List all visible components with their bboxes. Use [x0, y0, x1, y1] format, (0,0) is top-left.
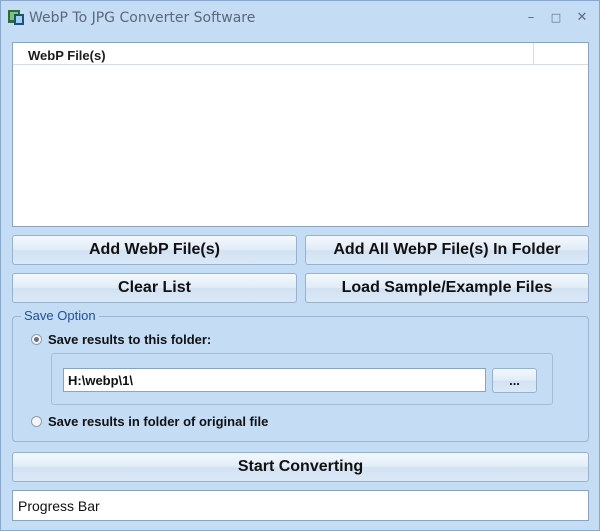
- minimize-button[interactable]: –: [521, 7, 541, 27]
- save-to-folder-option[interactable]: Save results to this folder:: [31, 332, 211, 347]
- column-header-webp-files[interactable]: WebP File(s): [13, 43, 534, 64]
- save-original-folder-option[interactable]: Save results in folder of original file: [31, 414, 268, 429]
- save-to-folder-label: Save results to this folder:: [48, 332, 212, 347]
- radio-selected-icon[interactable]: [31, 334, 42, 345]
- browse-button[interactable]: ...: [492, 368, 537, 393]
- progress-bar: Progress Bar: [12, 490, 589, 521]
- list-header: WebP File(s): [13, 43, 588, 65]
- app-icon: [8, 10, 24, 25]
- app-window: WebP To JPG Converter Software – □ ✕ Web…: [0, 0, 600, 531]
- start-converting-button[interactable]: Start Converting: [12, 452, 589, 482]
- close-button[interactable]: ✕: [572, 7, 592, 27]
- clear-list-button[interactable]: Clear List: [12, 273, 297, 303]
- title-bar: WebP To JPG Converter Software – □ ✕: [1, 1, 599, 33]
- add-webp-files-button[interactable]: Add WebP File(s): [12, 235, 297, 265]
- radio-unselected-icon[interactable]: [31, 416, 42, 427]
- save-option-title: Save Option: [21, 308, 99, 323]
- add-folder-button[interactable]: Add All WebP File(s) In Folder: [305, 235, 589, 265]
- load-sample-button[interactable]: Load Sample/Example Files: [305, 273, 589, 303]
- window-title: WebP To JPG Converter Software: [29, 10, 256, 26]
- maximize-button[interactable]: □: [546, 7, 566, 27]
- save-original-folder-label: Save results in folder of original file: [48, 414, 269, 429]
- webp-file-list[interactable]: WebP File(s): [12, 42, 589, 227]
- folder-path-input[interactable]: H:\webp\1\: [63, 368, 486, 392]
